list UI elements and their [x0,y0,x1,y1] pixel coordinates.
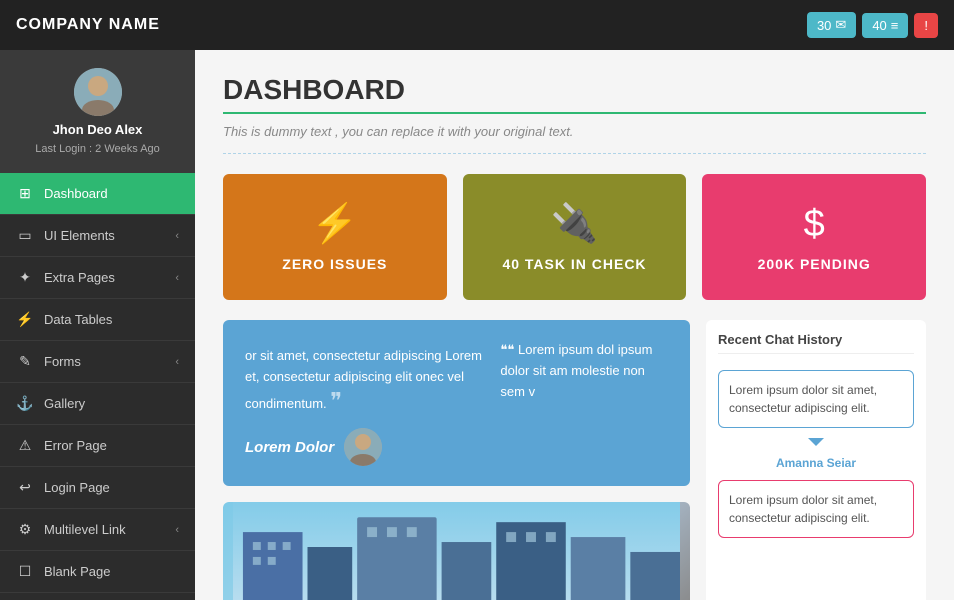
sidebar-label-tables: Data Tables [44,312,112,327]
top-navbar: COMPANY NAME 30 ✉ 40 ≡ ! [0,0,954,50]
dashboard-icon: ⊞ [16,185,34,202]
testimonial-text-left: or sit amet, consectetur adipiscing Lore… [245,348,482,411]
content-area: DASHBOARD This is dummy text , you can r… [195,50,954,600]
chat-bubble-1: Lorem ipsum dolor sit amet, consectetur … [718,370,914,428]
login-icon: ↩ [16,479,34,496]
sidebar-label-multilevel: Multilevel Link [44,522,126,537]
page-title: DASHBOARD [223,74,926,106]
sidebar-item-multilevel[interactable]: ⚙ Multilevel Link ‹ [0,509,195,551]
chat-message-2: Lorem ipsum dolor sit amet, consectetur … [729,493,877,525]
stat-label-tasks: 40 TASK IN CHECK [502,256,646,272]
bottom-row: or sit amet, consectetur adipiscing Lore… [223,320,926,600]
quote-open-right: ❝❝ [500,342,514,357]
stat-card-pending[interactable]: $ 200K PENDING [702,174,926,300]
blank-icon: ☐ [16,563,34,580]
chat-message-1: Lorem ipsum dolor sit amet, consectetur … [729,383,877,415]
page-subtitle: This is dummy text , you can replace it … [223,124,926,139]
error-icon: ⚠ [16,437,34,454]
sidebar: Jhon Deo Alex Last Login : 2 Weeks Ago ⊞… [0,50,195,600]
chevron-icon: ‹ [175,230,179,242]
messages-badge[interactable]: 30 ✉ [807,12,856,38]
quote-close: ❞ [330,388,342,413]
sidebar-label-login: Login Page [44,480,110,495]
testimonial-left: or sit amet, consectetur adipiscing Lore… [245,340,484,466]
tasks-count: 40 [872,18,886,33]
author-name: Lorem Dolor [245,439,334,456]
stat-card-tasks[interactable]: 🔌 40 TASK IN CHECK [463,174,687,300]
company-name: COMPANY NAME [16,16,160,34]
sidebar-item-error-page[interactable]: ⚠ Error Page [0,425,195,467]
testimonial-card: or sit amet, consectetur adipiscing Lore… [223,320,690,486]
chevron-icon: ‹ [175,524,179,536]
testimonial-text-right: Lorem ipsum dol ipsum dolor sit am moles… [500,342,652,399]
stat-cards: ⚡ ZERO ISSUES 🔌 40 TASK IN CHECK $ 200K … [223,174,926,300]
avatar [74,68,122,116]
stat-label-issues: ZERO ISSUES [282,256,387,272]
sidebar-item-forms[interactable]: ✎ Forms ‹ [0,341,195,383]
sidebar-item-blank[interactable]: ☐ Blank Page [0,551,195,593]
image-card [223,502,690,600]
sidebar-label-blank: Blank Page [44,564,111,579]
envelope-icon: ✉ [835,17,846,33]
chat-panel: Recent Chat History Lorem ipsum dolor si… [706,320,926,600]
sidebar-label-dashboard: Dashboard [44,186,108,201]
extra-icon: ✦ [16,269,34,286]
sidebar-item-dashboard[interactable]: ⊞ Dashboard [0,173,195,215]
sidebar-label-error: Error Page [44,438,107,453]
chat-title: Recent Chat History [718,332,914,354]
author-avatar [344,428,382,466]
sidebar-item-ui-elements[interactable]: ▭ UI Elements ‹ [0,215,195,257]
testimonial-author: Lorem Dolor [245,428,484,466]
chevron-icon: ‹ [175,272,179,284]
message-count: 30 [817,18,831,33]
main-wrapper: Jhon Deo Alex Last Login : 2 Weeks Ago ⊞… [0,50,954,600]
sidebar-label-gallery: Gallery [44,396,85,411]
sidebar-label-forms: Forms [44,354,81,369]
alert-badge[interactable]: ! [914,13,938,38]
sidebar-item-gallery[interactable]: ⚓ Gallery [0,383,195,425]
profile-last-login: Last Login : 2 Weeks Ago [35,143,160,155]
section-divider [223,153,926,154]
list-icon: ≡ [891,18,899,33]
bottom-left: or sit amet, consectetur adipiscing Lore… [223,320,690,600]
forms-icon: ✎ [16,353,34,370]
profile-name: Jhon Deo Alex [53,122,143,137]
dollar-icon: $ [804,203,825,246]
alert-icon: ! [924,18,928,33]
chat-bubble-2: Lorem ipsum dolor sit amet, consectetur … [718,480,914,538]
gallery-icon: ⚓ [16,395,34,412]
lightning-icon: ⚡ [311,202,358,246]
sidebar-item-extra-pages[interactable]: ✦ Extra Pages ‹ [0,257,195,299]
plug-icon: 🔌 [551,202,598,246]
sidebar-item-data-tables[interactable]: ⚡ Data Tables [0,299,195,341]
sidebar-label-extra: Extra Pages [44,270,115,285]
chat-tail-down [808,438,824,446]
multilevel-icon: ⚙ [16,521,34,538]
stat-card-issues[interactable]: ⚡ ZERO ISSUES [223,174,447,300]
chat-sender[interactable]: Amanna Seiar [718,456,914,470]
title-underline [223,112,926,114]
ui-icon: ▭ [16,227,34,244]
chevron-icon: ‹ [175,356,179,368]
sidebar-label-ui: UI Elements [44,228,115,243]
stat-label-pending: 200K PENDING [758,256,871,272]
tasks-badge[interactable]: 40 ≡ [862,13,908,38]
tables-icon: ⚡ [16,311,34,328]
sidebar-profile: Jhon Deo Alex Last Login : 2 Weeks Ago [0,50,195,173]
sidebar-item-login-page[interactable]: ↩ Login Page [0,467,195,509]
nav-icons: 30 ✉ 40 ≡ ! [807,12,938,38]
testimonial-right: ❝❝ Lorem ipsum dol ipsum dolor sit am mo… [500,340,668,466]
sidebar-menu: ⊞ Dashboard ▭ UI Elements ‹ ✦ Extra Page… [0,173,195,600]
